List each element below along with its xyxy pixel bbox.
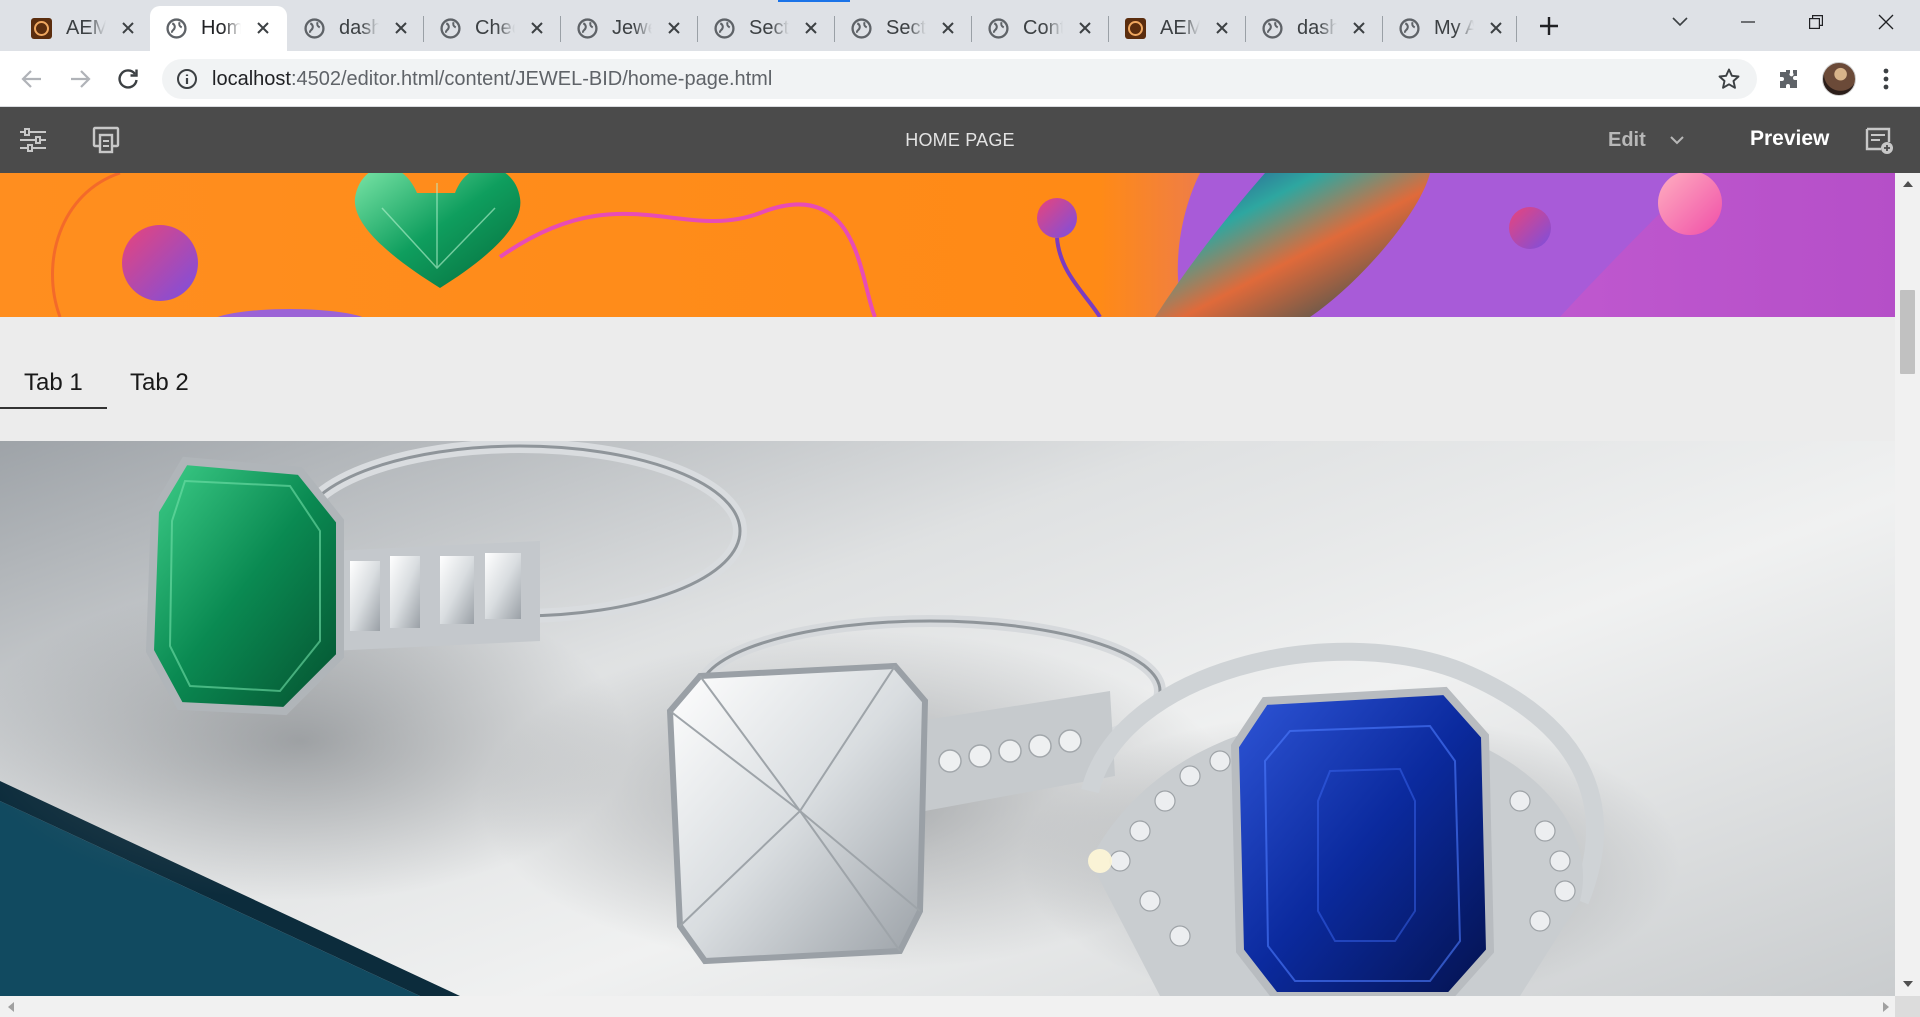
info-icon[interactable] <box>176 68 198 90</box>
chevron-down-icon <box>1670 132 1686 148</box>
vertical-scroll-thumb[interactable] <box>1900 290 1915 374</box>
scroll-down-arrow-icon[interactable] <box>1902 978 1913 989</box>
browser-tab-3[interactable]: dashboard <box>288 6 425 51</box>
browser-menu-button[interactable] <box>1872 65 1900 93</box>
globe-icon <box>851 18 872 39</box>
browser-tab-2-active[interactable]: Home Page <box>150 6 287 51</box>
mode-selector[interactable]: Edit <box>1608 127 1686 153</box>
profile-avatar[interactable] <box>1822 62 1856 96</box>
puzzle-icon <box>1780 70 1797 88</box>
tab-title: Contact <box>1023 17 1063 39</box>
plus-icon <box>1540 17 1558 35</box>
extensions-button[interactable] <box>1775 65 1803 93</box>
globe-icon <box>577 18 598 39</box>
horizontal-scrollbar[interactable] <box>0 996 1895 1017</box>
browser-tab-10[interactable]: dashboard <box>1246 6 1383 51</box>
annotations-button[interactable] <box>1864 125 1896 157</box>
close-icon[interactable] <box>1349 18 1369 38</box>
globe-icon <box>304 18 325 39</box>
close-icon[interactable] <box>391 18 411 38</box>
globe-icon <box>440 18 461 39</box>
url-text[interactable]: localhost:4502/editor.html/content/JEWEL… <box>212 68 772 91</box>
mode-label: Edit <box>1608 128 1646 151</box>
close-icon <box>1878 14 1894 30</box>
browser-tab-4[interactable]: Checkout <box>424 6 561 51</box>
tab-title: dashboard <box>1297 17 1337 39</box>
browser-tab-8[interactable]: Contact <box>972 6 1109 51</box>
tab-2[interactable]: Tab 2 <box>130 369 189 397</box>
globe-icon <box>714 18 735 39</box>
close-icon[interactable] <box>1075 18 1095 38</box>
preview-button[interactable]: Preview <box>1750 127 1829 151</box>
hero-banner-artwork <box>51 173 1722 317</box>
tab-1[interactable]: Tab 1 <box>24 369 83 397</box>
browser-toolbar: localhost:4502/editor.html/content/JEWEL… <box>0 51 1920 107</box>
close-icon[interactable] <box>801 18 821 38</box>
browser-tab-5[interactable]: Jewel <box>561 6 698 51</box>
globe-icon <box>988 18 1009 39</box>
close-icon[interactable] <box>527 18 547 38</box>
more-vertical-icon <box>1883 68 1889 90</box>
globe-icon <box>166 18 187 39</box>
browser-tab-6[interactable]: Section <box>698 6 835 51</box>
scroll-up-arrow-icon[interactable] <box>1902 178 1913 189</box>
back-button[interactable] <box>14 61 50 97</box>
chevron-down-icon <box>1672 17 1688 27</box>
browser-tab-9[interactable]: AEM <box>1109 6 1246 51</box>
scrollbar-corner <box>1895 996 1920 1017</box>
aem-icon <box>1125 18 1146 39</box>
tab-search-button[interactable] <box>1650 0 1710 44</box>
close-icon[interactable] <box>118 18 138 38</box>
annotate-icon <box>1865 127 1893 154</box>
address-bar[interactable]: localhost:4502/editor.html/content/JEWEL… <box>162 59 1757 99</box>
vertical-scrollbar[interactable] <box>1895 173 1920 996</box>
tab-loading-indicator <box>778 0 850 2</box>
tab-separator <box>1516 16 1517 42</box>
tab-title: Section <box>749 17 789 39</box>
tab-title: Jewel <box>612 17 652 39</box>
reload-button[interactable] <box>110 61 146 97</box>
tab-panel-image <box>0 441 1895 996</box>
tab-title: AEM <box>1160 17 1200 39</box>
close-window-button[interactable] <box>1856 0 1916 44</box>
minimize-icon <box>1741 21 1755 23</box>
aem-editor-toolbar: HOME PAGE Edit Preview <box>0 107 1920 173</box>
browser-tab-1[interactable]: AEM <box>15 6 152 51</box>
close-icon[interactable] <box>253 18 273 38</box>
active-tab-indicator <box>0 407 107 409</box>
hero-banner-image <box>0 173 1895 317</box>
close-icon[interactable] <box>1212 18 1232 38</box>
tab-title: AEM <box>66 17 106 39</box>
restore-button[interactable] <box>1786 0 1846 44</box>
url-path: :4502/editor.html/content/JEWEL-BID/home… <box>290 68 773 90</box>
close-icon[interactable] <box>1486 18 1506 38</box>
aem-icon <box>31 18 52 39</box>
close-icon[interactable] <box>938 18 958 38</box>
browser-tab-strip: AEM Home Page dashboard Checkout Jewel S… <box>0 0 1920 51</box>
bookmark-star-icon[interactable] <box>1717 67 1741 91</box>
arrow-left-icon <box>21 70 41 88</box>
browser-tab-7[interactable]: Section <box>835 6 972 51</box>
scroll-left-arrow-icon[interactable] <box>5 1001 16 1012</box>
scroll-right-arrow-icon[interactable] <box>1880 1001 1891 1012</box>
browser-tab-11[interactable]: My Account <box>1383 6 1520 51</box>
rings-photo <box>0 441 1680 996</box>
tab-title: My Account <box>1434 17 1474 39</box>
minimize-button[interactable] <box>1718 0 1778 44</box>
tab-title: Home Page <box>201 17 241 39</box>
globe-icon <box>1399 18 1420 39</box>
tab-title: Section <box>886 17 926 39</box>
restore-icon <box>1809 15 1823 29</box>
tab-title: dashboard <box>339 17 379 39</box>
forward-button[interactable] <box>62 61 98 97</box>
reload-icon <box>118 69 138 89</box>
tab-title: Checkout <box>475 17 515 39</box>
url-host: localhost <box>212 68 291 90</box>
arrow-right-icon <box>71 70 91 88</box>
new-tab-button[interactable] <box>1530 11 1568 41</box>
globe-icon <box>1262 18 1283 39</box>
page-content-frame: Tab 1 Tab 2 <box>0 173 1895 996</box>
close-icon[interactable] <box>664 18 684 38</box>
